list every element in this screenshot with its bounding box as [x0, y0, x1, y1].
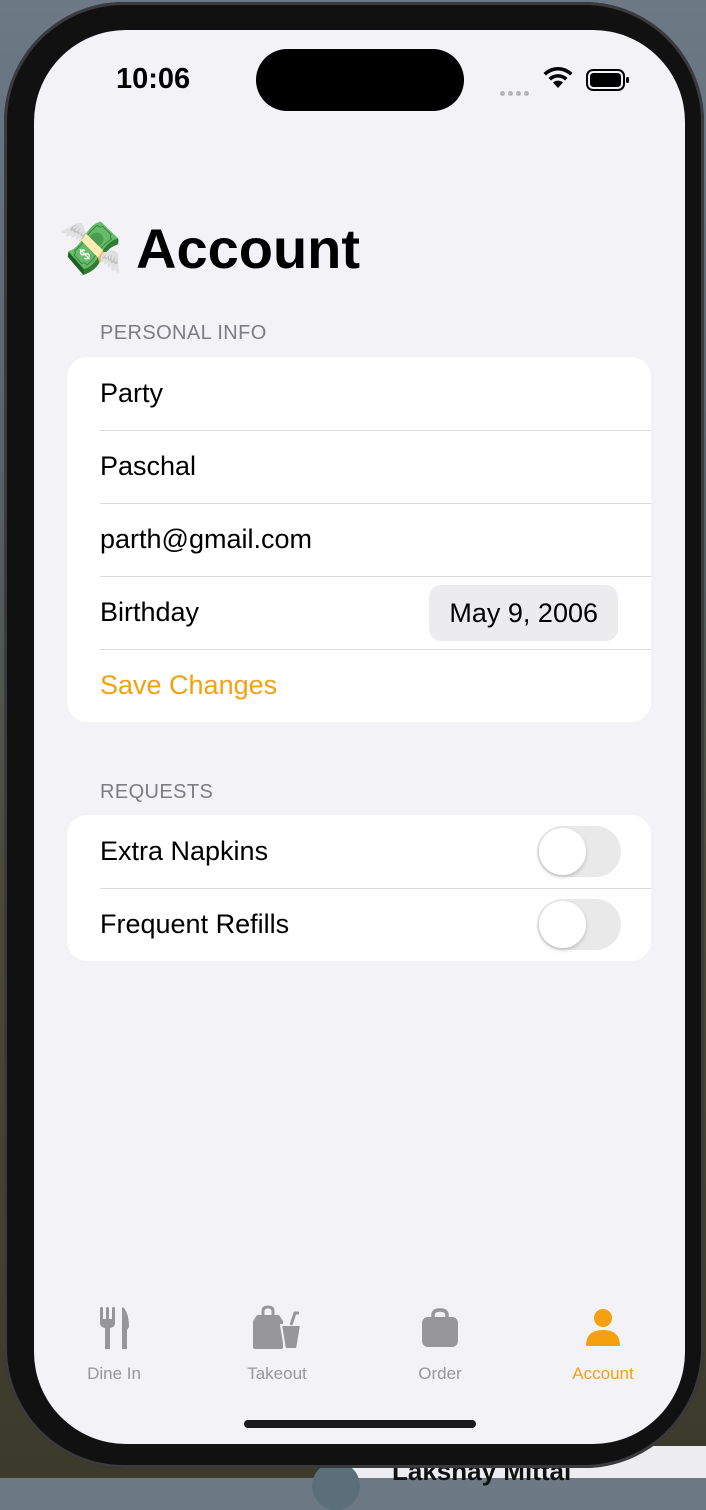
tab-label: Account — [572, 1364, 634, 1383]
birthday-label: Birthday — [100, 597, 200, 627]
cellular-signal-icon — [500, 83, 532, 101]
status-time: 10:06 — [116, 63, 191, 95]
personal-info-card: Party Paschal parth@gmail.com Birthday M… — [67, 357, 651, 722]
first-name-field[interactable]: Party — [67, 357, 651, 430]
tab-order[interactable]: Order — [370, 1300, 510, 1384]
money-wings-icon: 💸 — [58, 220, 124, 278]
toggle-knob — [539, 828, 586, 875]
birthday-row: Birthday May 9, 2006 — [67, 576, 651, 649]
dynamic-island — [256, 49, 464, 111]
section-header-personal-info: PERSONAL INFO — [100, 322, 267, 344]
tab-label: Order — [418, 1364, 462, 1383]
request-row-frequent-refills: Frequent Refills — [67, 888, 651, 961]
request-label: Extra Napkins — [100, 836, 269, 866]
tab-label: Takeout — [247, 1364, 307, 1383]
page-title-row: 💸 Account — [58, 216, 360, 281]
email-field[interactable]: parth@gmail.com — [67, 503, 651, 576]
battery-icon — [586, 69, 630, 96]
tab-bar: Dine In Takeout Order Account — [34, 1300, 685, 1420]
section-header-requests: REQUESTS — [100, 781, 214, 803]
takeout-bag-icon — [207, 1300, 347, 1356]
bag-icon — [370, 1300, 510, 1356]
wifi-icon — [542, 66, 574, 95]
phone-frame: 10:06 💸 Account PERSONAL INFO Party Pasc… — [4, 2, 704, 1468]
requests-card: Extra Napkins Frequent Refills — [67, 815, 651, 961]
tab-label: Dine In — [87, 1364, 141, 1383]
app-screen: 10:06 💸 Account PERSONAL INFO Party Pasc… — [34, 30, 685, 1444]
toggle-knob — [539, 901, 586, 948]
fork-knife-icon — [44, 1300, 184, 1356]
request-row-extra-napkins: Extra Napkins — [67, 815, 651, 888]
extra-napkins-toggle[interactable] — [537, 826, 621, 877]
home-indicator[interactable] — [244, 1420, 476, 1428]
save-changes-button[interactable]: Save Changes — [67, 649, 651, 722]
tab-dine-in[interactable]: Dine In — [44, 1300, 184, 1384]
page-title: Account — [136, 217, 360, 280]
tab-account[interactable]: Account — [533, 1300, 673, 1384]
request-label: Frequent Refills — [100, 909, 290, 939]
background-avatar — [312, 1462, 360, 1510]
tab-takeout[interactable]: Takeout — [207, 1300, 347, 1384]
last-name-field[interactable]: Paschal — [67, 430, 651, 503]
person-icon — [533, 1300, 673, 1356]
birthday-date-picker[interactable]: May 9, 2006 — [429, 585, 618, 641]
frequent-refills-toggle[interactable] — [537, 899, 621, 950]
